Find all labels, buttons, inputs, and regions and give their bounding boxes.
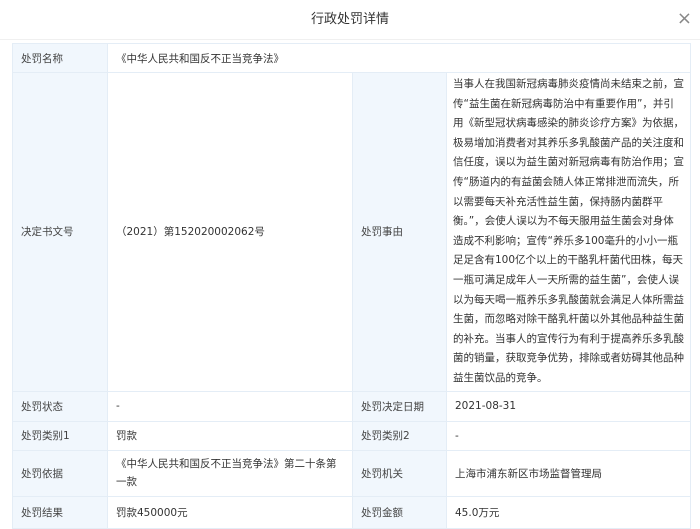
field-label: 处罚结果 <box>12 495 108 529</box>
date-value: 2021-08-31 <box>445 390 692 422</box>
type2-value: - <box>445 420 692 451</box>
table-row: 处罚依据 《中华人民共和国反不正当竞争法》第二十条第一款 处罚机关 上海市浦东新… <box>12 449 692 497</box>
dialog-header: 行政处罚详情 × <box>0 0 700 40</box>
authority-value: 上海市浦东新区市场监督管理局 <box>445 449 692 497</box>
field-label: 处罚名称 <box>12 43 108 73</box>
field-label: 处罚机关 <box>352 449 447 497</box>
status-value: - <box>107 390 353 422</box>
close-icon[interactable]: × <box>677 0 692 38</box>
table-row: 决定书文号 （2021）第152020002062号 处罚事由 当事人在我国新冠… <box>12 72 692 392</box>
amount-value: 45.0万元 <box>445 495 692 529</box>
field-label: 处罚类别1 <box>12 420 108 451</box>
result-value: 罚款450000元 <box>107 495 353 529</box>
field-label: 处罚状态 <box>12 390 108 422</box>
field-label: 处罚依据 <box>12 449 108 497</box>
reason-value: 当事人在我国新冠病毒肺炎疫情尚未结束之前，宣传“益生菌在新冠病毒防治中有重要作用… <box>445 72 692 392</box>
table-row: 处罚结果 罚款450000元 处罚金额 45.0万元 <box>12 495 692 529</box>
dialog-title: 行政处罚详情 <box>310 12 389 27</box>
field-label: 决定书文号 <box>12 72 108 392</box>
table-row: 处罚名称 《中华人民共和国反不正当竞争法》 <box>12 43 692 73</box>
penalty-detail-table: 处罚名称 《中华人民共和国反不正当竞争法》 决定书文号 （2021）第15202… <box>12 43 692 529</box>
field-label: 处罚事由 <box>352 72 447 392</box>
field-label: 处罚金额 <box>352 495 447 529</box>
type1-value: 罚款 <box>107 420 353 451</box>
field-label: 处罚类别2 <box>352 420 447 451</box>
table-row: 处罚类别1 罚款 处罚类别2 - <box>12 420 692 451</box>
field-label: 处罚决定日期 <box>352 390 447 422</box>
penalty-name-value: 《中华人民共和国反不正当竞争法》 <box>106 43 692 73</box>
doc-no-value: （2021）第152020002062号 <box>107 72 353 392</box>
basis-value: 《中华人民共和国反不正当竞争法》第二十条第一款 <box>107 449 353 497</box>
table-row: 处罚状态 - 处罚决定日期 2021-08-31 <box>12 390 692 422</box>
